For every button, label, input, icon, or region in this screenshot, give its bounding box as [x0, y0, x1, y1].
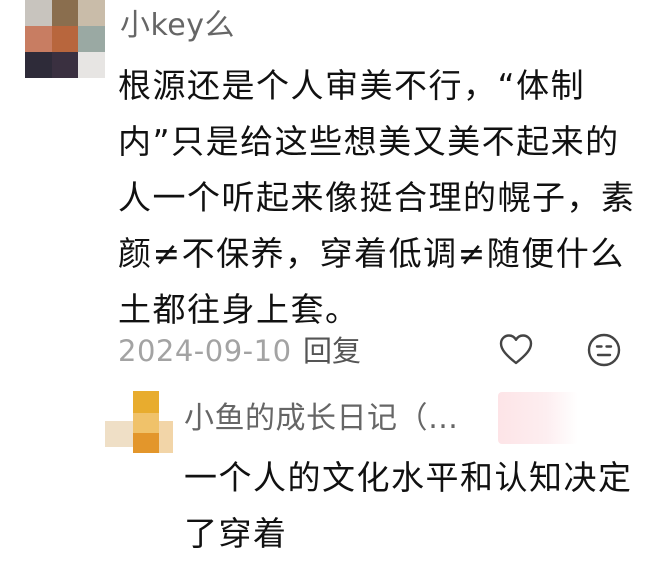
avatar-pixel: [51, 0, 79, 26]
heart-outline-icon[interactable]: [498, 332, 534, 368]
reply-item: 小鱼的成长日记（… 一个人的文化水平和认知决定了穿着: [0, 388, 660, 557]
avatar-pixel: [51, 26, 79, 52]
avatar[interactable]: [25, 0, 105, 78]
avatar-pixel: [25, 52, 52, 78]
comment-username[interactable]: 小key么: [120, 8, 235, 44]
avatar-pixel: [78, 26, 105, 52]
avatar-pixel: [78, 0, 105, 26]
reply-avatar[interactable]: [105, 391, 173, 453]
reply-button[interactable]: 回复: [303, 332, 361, 370]
blurred-badge: [498, 392, 578, 444]
comment-date: 2024-09-10: [118, 334, 292, 368]
comment-meta-row: 2024-09-10 回复: [118, 330, 638, 374]
reply-content: 一个人的文化水平和认知决定了穿着: [184, 458, 633, 553]
emoji-face-icon[interactable]: [586, 332, 622, 368]
avatar-pixel: [25, 26, 52, 52]
reply-username[interactable]: 小鱼的成长日记（…: [184, 400, 459, 438]
avatar-pixel: [51, 52, 79, 78]
comment-content: 根源还是个人审美不行，“体制内”只是给这些想美又美不起来的人一个听起来像挺合理的…: [118, 66, 636, 329]
avatar-pixel: [25, 0, 52, 26]
avatar-pixel: [78, 52, 105, 78]
